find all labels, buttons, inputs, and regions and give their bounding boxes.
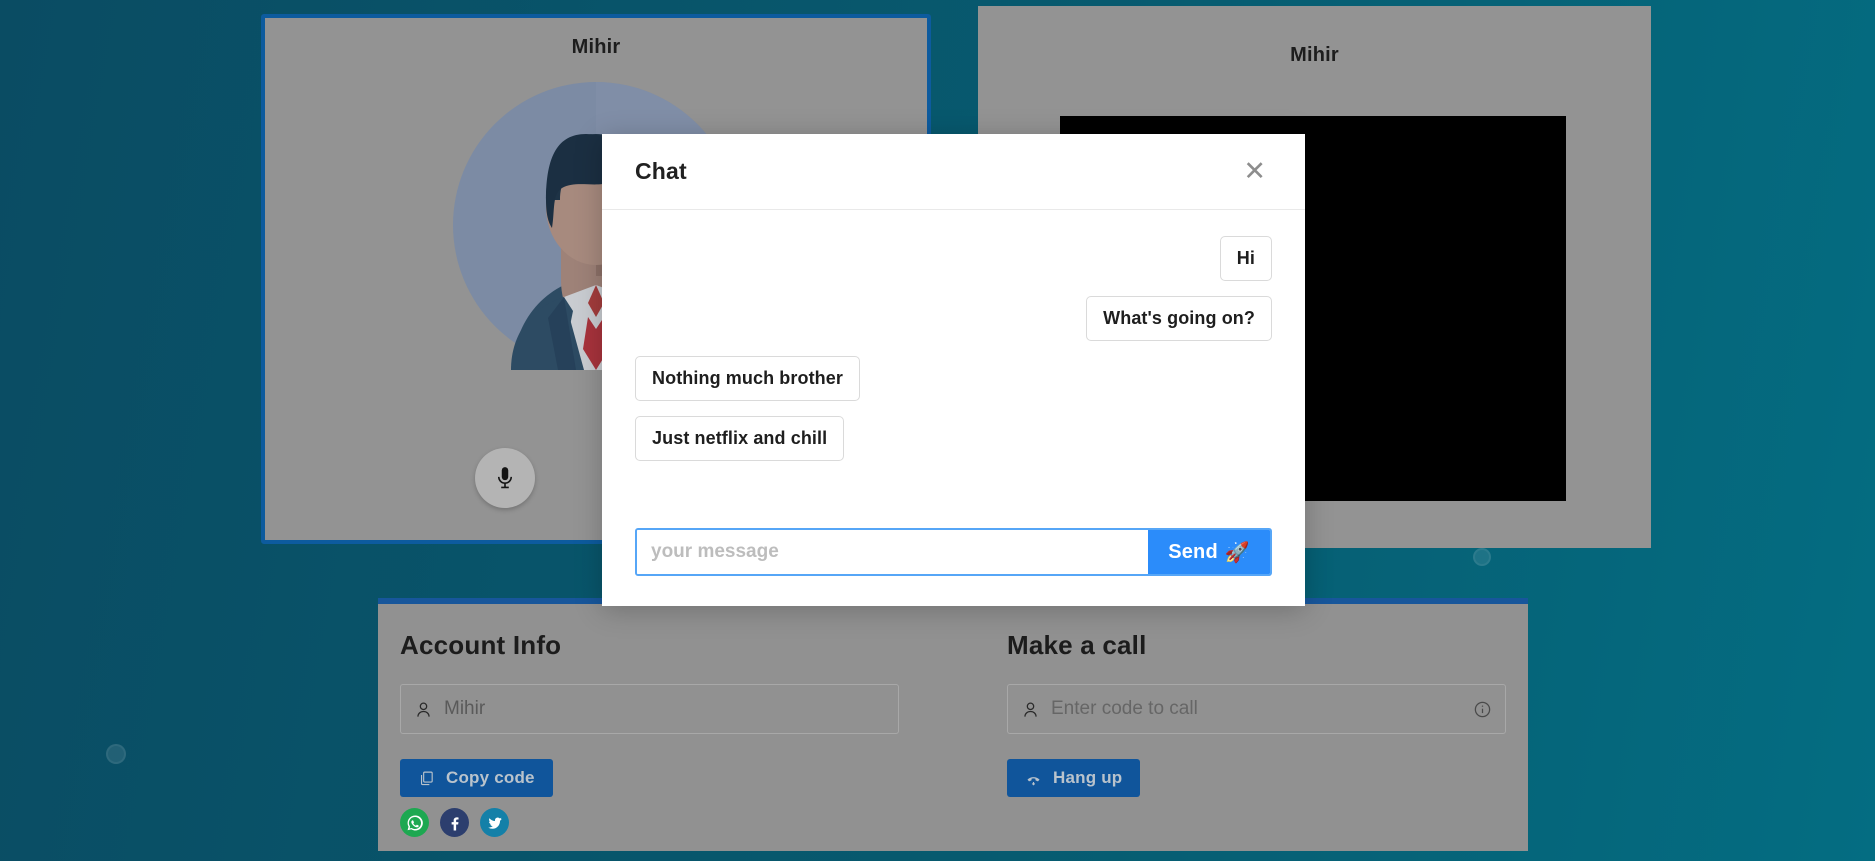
user-icon bbox=[1024, 702, 1037, 717]
chat-modal: Chat ✕ Hi What's going on? Nothing much br… bbox=[602, 134, 1305, 606]
make-a-call-title: Make a call bbox=[1007, 630, 1147, 660]
hang-up-button[interactable]: Hang up bbox=[1007, 759, 1141, 797]
username-value: Mihir bbox=[444, 698, 486, 719]
username-field[interactable]: Mihir bbox=[400, 684, 899, 734]
copy-code-button[interactable]: Copy code bbox=[400, 759, 553, 797]
chat-message-row: Nothing much brother bbox=[635, 356, 1272, 401]
make-a-call-section: Make a call Enter code to call Hang up bbox=[1007, 630, 1506, 851]
chat-message-list[interactable]: Hi What's going on? Nothing much brother Ju… bbox=[602, 210, 1305, 514]
social-share-row bbox=[400, 808, 899, 837]
phone-down-icon bbox=[1027, 776, 1040, 786]
chat-message-row: Hi bbox=[635, 236, 1272, 281]
info-icon[interactable] bbox=[1473, 700, 1492, 719]
user-icon bbox=[417, 702, 430, 717]
rocket-icon: 🚀 bbox=[1224, 541, 1250, 564]
send-button[interactable]: Send 🚀 bbox=[1148, 530, 1270, 574]
facebook-icon bbox=[451, 816, 459, 830]
chat-modal-header: Chat ✕ bbox=[602, 134, 1305, 210]
call-code-placeholder: Enter code to call bbox=[1051, 698, 1198, 719]
chat-message-bubble: Nothing much brother bbox=[635, 356, 860, 401]
whatsapp-icon bbox=[407, 814, 423, 830]
twitter-icon bbox=[487, 817, 502, 829]
twitter-share-button[interactable] bbox=[480, 808, 509, 837]
microphone-button[interactable] bbox=[475, 448, 535, 508]
chat-message-row: What's going on? bbox=[635, 296, 1272, 341]
chat-message-input[interactable] bbox=[637, 530, 1149, 574]
chat-input-wrapper: Send 🚀 bbox=[635, 528, 1272, 576]
chat-composer: Send 🚀 bbox=[602, 514, 1305, 606]
chat-message-bubble: Just netflix and chill bbox=[635, 416, 845, 461]
bottom-panel: Account Info Mihir Copy code Make a call… bbox=[378, 598, 1528, 851]
call-code-field[interactable]: Enter code to call bbox=[1007, 684, 1506, 734]
hang-up-label: Hang up bbox=[1053, 768, 1123, 787]
chat-message-bubble: What's going on? bbox=[1086, 296, 1272, 341]
send-label: Send bbox=[1168, 540, 1218, 563]
copy-code-label: Copy code bbox=[446, 768, 535, 787]
account-info-section: Account Info Mihir Copy code bbox=[400, 630, 899, 851]
chat-modal-title: Chat bbox=[635, 158, 687, 184]
copy-icon bbox=[420, 771, 433, 785]
microphone-icon bbox=[497, 467, 513, 489]
whatsapp-share-button[interactable] bbox=[400, 808, 429, 837]
account-info-title: Account Info bbox=[400, 630, 562, 660]
background-dot-right bbox=[1473, 548, 1491, 566]
close-icon[interactable]: ✕ bbox=[1237, 154, 1272, 189]
background-dot-left bbox=[106, 744, 126, 764]
chat-message-bubble: Hi bbox=[1219, 236, 1272, 281]
chat-message-row: Just netflix and chill bbox=[635, 416, 1272, 461]
remote-participant-name: Mihir bbox=[1290, 44, 1339, 66]
facebook-share-button[interactable] bbox=[440, 808, 469, 837]
local-participant-name: Mihir bbox=[571, 36, 621, 58]
